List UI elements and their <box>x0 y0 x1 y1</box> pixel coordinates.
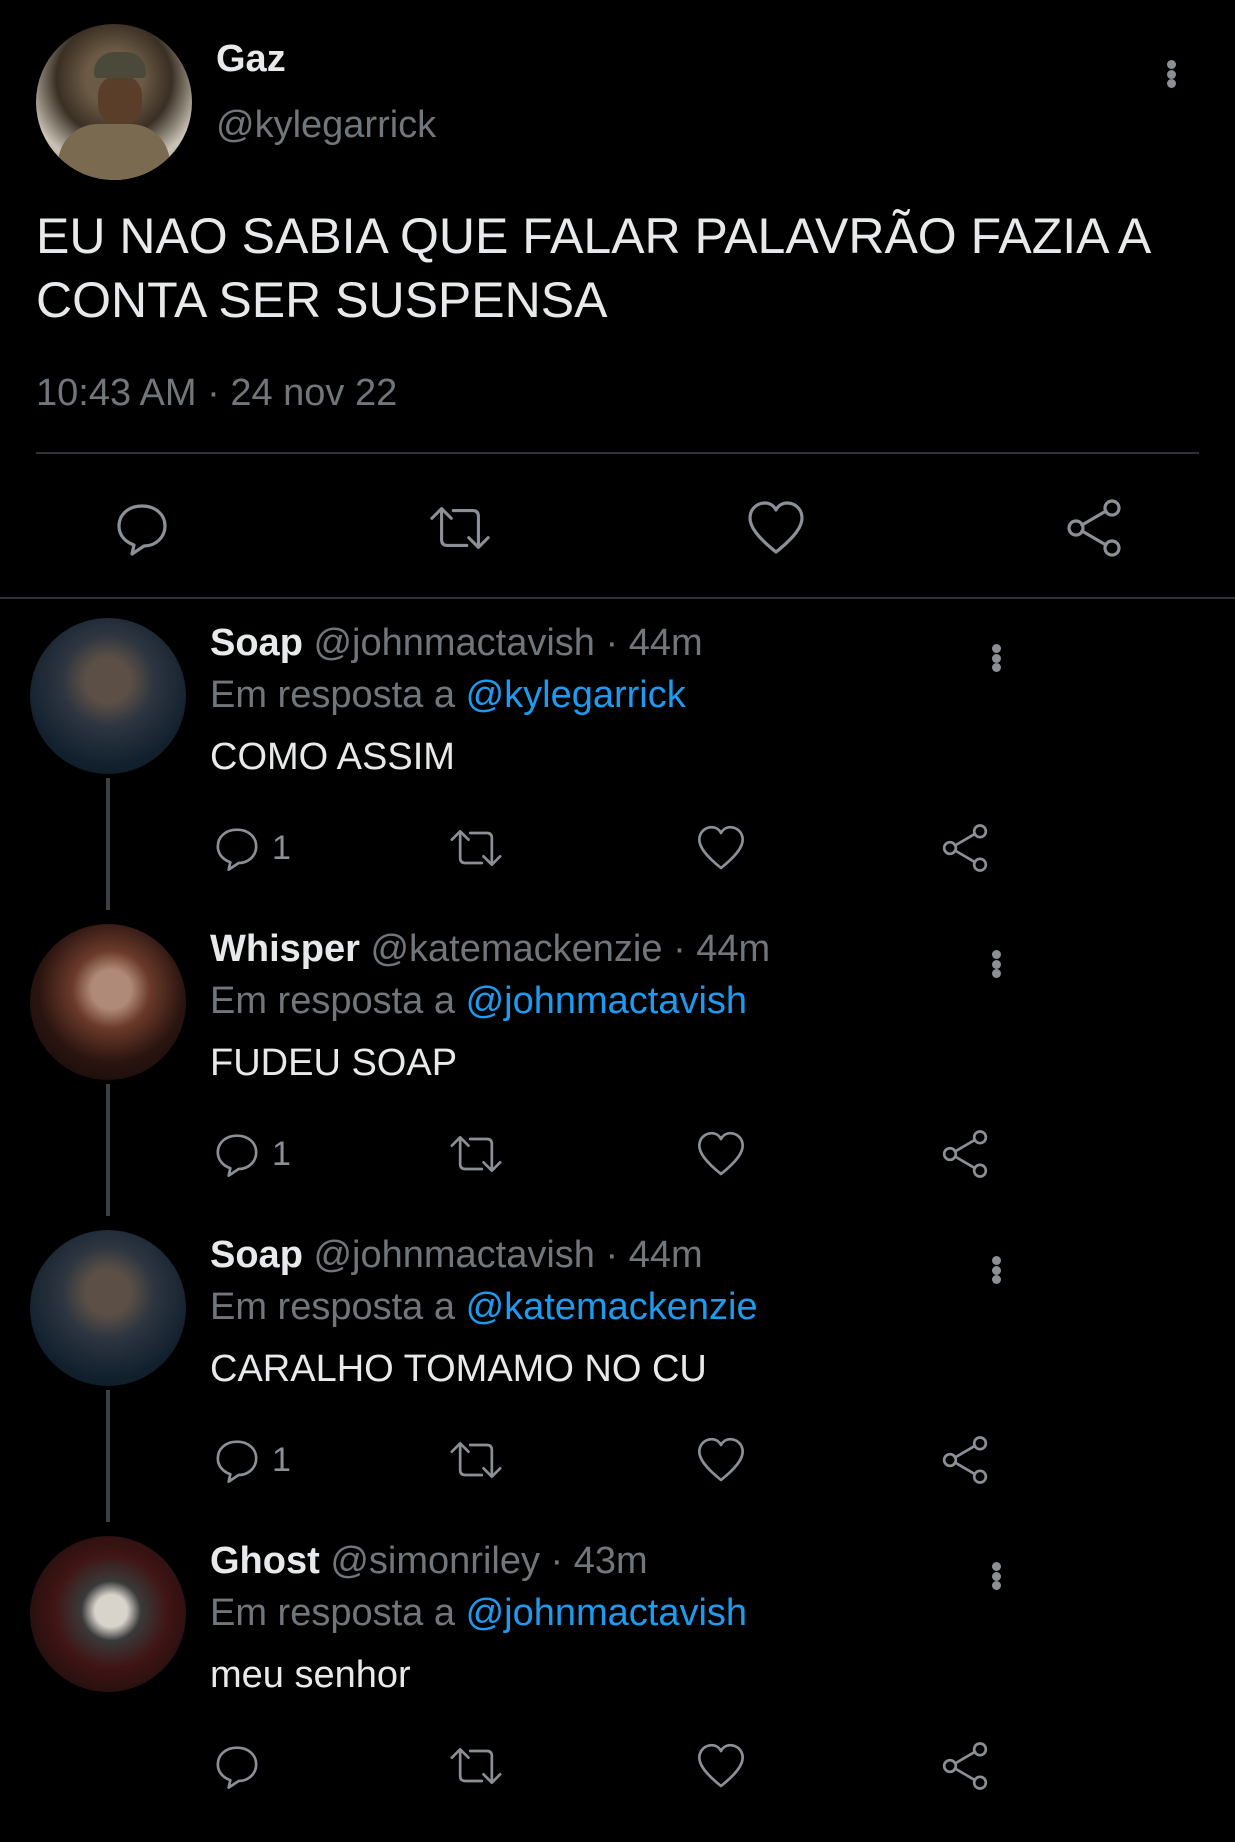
reply-mention-link[interactable]: @kylegarrick <box>466 674 686 716</box>
reply-context: Em resposta a @katemackenzie <box>210 1286 758 1329</box>
reply-context: Em resposta a @johnmactavish <box>210 980 747 1023</box>
share-button[interactable] <box>940 1124 990 1184</box>
share-button[interactable] <box>940 1736 990 1796</box>
reply-time: · 43m <box>550 1540 648 1582</box>
reply-prefix: Em resposta a <box>210 1286 455 1328</box>
reply-author-handle[interactable]: @simonriley <box>330 1540 540 1582</box>
heart-icon <box>698 825 744 870</box>
reply-icon <box>216 1746 258 1789</box>
reply-author-handle[interactable]: @johnmactavish <box>313 622 594 664</box>
like-button[interactable] <box>696 818 746 878</box>
reply-icon <box>216 1440 258 1483</box>
reply-text: meu senhor <box>210 1654 411 1696</box>
reply-text: CARALHO TOMAMO NO CU <box>210 1348 707 1390</box>
share-icon <box>942 1130 988 1178</box>
retweet-button[interactable] <box>428 496 492 560</box>
divider <box>36 452 1199 454</box>
author-avatar[interactable] <box>36 24 192 180</box>
retweet-button[interactable] <box>448 818 504 878</box>
reply-tweet[interactable]: Soap @johnmactavish · 44m Em resposta a … <box>0 618 1235 924</box>
reply-button[interactable] <box>110 496 174 560</box>
avatar[interactable] <box>30 1536 186 1692</box>
reply-button[interactable]: 1 <box>212 818 291 878</box>
like-button[interactable] <box>744 496 808 560</box>
reply-prefix: Em resposta a <box>210 674 455 716</box>
reply-icon <box>216 828 258 871</box>
author-name[interactable]: Gaz <box>216 38 286 81</box>
share-button[interactable] <box>940 1430 990 1490</box>
share-icon <box>942 1436 988 1484</box>
tweet-timestamp[interactable]: 10:43 AM · 24 nov 22 <box>36 372 397 415</box>
reply-header: Soap @johnmactavish · 44m <box>210 1234 703 1277</box>
share-icon <box>942 824 988 872</box>
reply-context: Em resposta a @kylegarrick <box>210 674 686 717</box>
reply-author-name[interactable]: Whisper <box>210 928 360 970</box>
main-tweet: Gaz @kylegarrick EU NAO SABIA QUE FALAR … <box>0 0 1235 600</box>
retweet-button[interactable] <box>448 1736 504 1796</box>
retweet-icon <box>450 1748 502 1784</box>
reply-icon <box>117 504 167 556</box>
avatar[interactable] <box>30 924 186 1080</box>
reply-author-name[interactable]: Ghost <box>210 1540 320 1582</box>
reply-author-name[interactable]: Soap <box>210 1234 303 1276</box>
share-icon <box>1067 499 1121 557</box>
retweet-button[interactable] <box>448 1124 504 1184</box>
reply-button[interactable]: 1 <box>212 1124 291 1184</box>
reply-button[interactable] <box>212 1736 272 1796</box>
more-options-icon[interactable] <box>981 1556 1011 1596</box>
heart-icon <box>748 501 804 554</box>
reply-mention-link[interactable]: @katemackenzie <box>466 1286 758 1328</box>
share-button[interactable] <box>1062 496 1126 560</box>
heart-icon <box>698 1131 744 1176</box>
author-handle[interactable]: @kylegarrick <box>216 104 436 147</box>
reply-text: FUDEU SOAP <box>210 1042 458 1084</box>
reply-mention-link[interactable]: @johnmactavish <box>466 980 747 1022</box>
like-button[interactable] <box>696 1430 746 1490</box>
retweet-icon <box>450 830 502 866</box>
reply-time: · 44m <box>605 622 703 664</box>
retweet-icon <box>450 1136 502 1172</box>
share-icon <box>942 1742 988 1790</box>
heart-icon <box>698 1743 744 1788</box>
reply-mention-link[interactable]: @johnmactavish <box>466 1592 747 1634</box>
more-options-icon[interactable] <box>981 944 1011 984</box>
like-button[interactable] <box>696 1124 746 1184</box>
reply-tweet[interactable]: Ghost @simonriley · 43m Em resposta a @j… <box>0 1536 1235 1842</box>
reply-prefix: Em resposta a <box>210 980 455 1022</box>
like-button[interactable] <box>696 1736 746 1796</box>
reply-header: Whisper @katemackenzie · 44m <box>210 928 770 971</box>
avatar[interactable] <box>30 618 186 774</box>
retweet-icon <box>430 507 490 549</box>
reply-count: 1 <box>272 1134 291 1173</box>
reply-header: Soap @johnmactavish · 44m <box>210 622 703 665</box>
tweet-text: EU NAO SABIA QUE FALAR PALAVRÃO FAZIA A … <box>36 208 1149 328</box>
reply-header: Ghost @simonriley · 43m <box>210 1540 648 1583</box>
reply-time: · 44m <box>605 1234 703 1276</box>
reply-tweet[interactable]: Soap @johnmactavish · 44m Em resposta a … <box>0 1230 1235 1536</box>
avatar[interactable] <box>30 1230 186 1386</box>
reply-context: Em resposta a @johnmactavish <box>210 1592 747 1635</box>
more-options-icon[interactable] <box>981 638 1011 678</box>
more-options-icon[interactable] <box>981 1250 1011 1290</box>
reply-icon <box>216 1134 258 1177</box>
reply-button[interactable]: 1 <box>212 1430 291 1490</box>
reply-author-handle[interactable]: @johnmactavish <box>313 1234 594 1276</box>
reply-count: 1 <box>272 828 291 867</box>
more-options-icon[interactable] <box>1156 54 1186 94</box>
divider <box>0 597 1235 599</box>
reply-tweet[interactable]: Whisper @katemackenzie · 44m Em resposta… <box>0 924 1235 1230</box>
share-button[interactable] <box>940 818 990 878</box>
heart-icon <box>698 1437 744 1482</box>
reply-prefix: Em resposta a <box>210 1592 455 1634</box>
reply-count: 1 <box>272 1440 291 1479</box>
reply-author-name[interactable]: Soap <box>210 622 303 664</box>
reply-text: COMO ASSIM <box>210 736 455 778</box>
reply-author-handle[interactable]: @katemackenzie <box>370 928 662 970</box>
retweet-icon <box>450 1442 502 1478</box>
retweet-button[interactable] <box>448 1430 504 1490</box>
reply-time: · 44m <box>673 928 771 970</box>
